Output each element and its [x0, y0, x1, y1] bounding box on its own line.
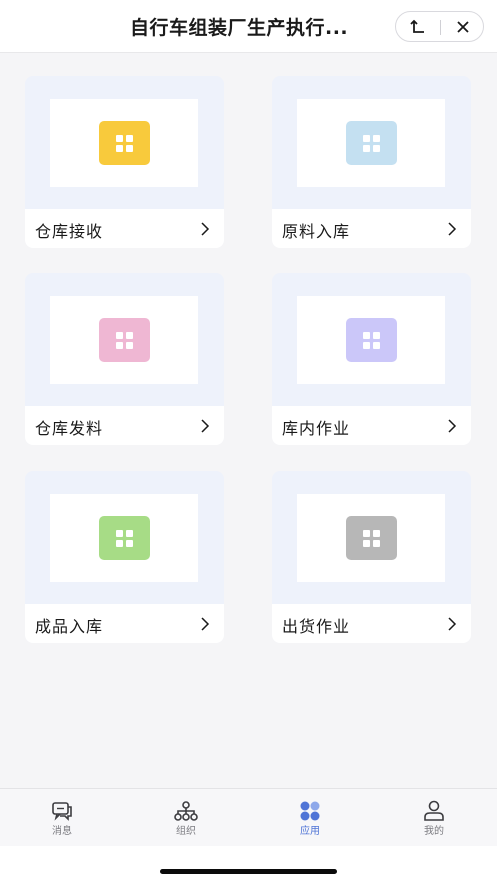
app-tile: [346, 318, 397, 362]
card-footer: 仓库发料: [25, 406, 224, 445]
profile-icon: [424, 800, 444, 821]
grid-app-icon: [116, 529, 133, 547]
close-button[interactable]: [441, 12, 485, 41]
home-indicator[interactable]: [160, 869, 337, 874]
chevron-right-icon: [448, 419, 457, 433]
app-card-in-warehouse-ops[interactable]: 库内作业: [272, 273, 471, 445]
app-tile: [99, 121, 150, 165]
card-footer: 成品入库: [25, 604, 224, 643]
chevron-right-icon: [448, 222, 457, 236]
tab-organization[interactable]: 组织: [124, 789, 248, 847]
return-arrow-icon: [410, 19, 424, 33]
app-card-warehouse-issue[interactable]: 仓库发料: [25, 273, 224, 445]
grid-app-icon: [363, 134, 380, 152]
card-label: 成品入库: [35, 617, 104, 636]
card-thumbnail: [50, 494, 198, 582]
tab-profile[interactable]: 我的: [372, 789, 496, 847]
tab-apps[interactable]: 应用: [248, 789, 372, 847]
card-thumbnail: [297, 494, 445, 582]
chevron-right-icon: [448, 617, 457, 631]
app-card-material-inbound[interactable]: 原料入库: [272, 76, 471, 248]
app-card-finished-goods-inbound[interactable]: 成品入库: [25, 471, 224, 643]
app-page: 自行车组装厂生产执行... 仓库接收 原料入库 仓库发料 库内作业 成品入库 出…: [0, 0, 497, 883]
card-footer: 仓库接收: [25, 209, 224, 248]
card-label: 原料入库: [282, 222, 351, 241]
app-tile: [346, 121, 397, 165]
grid-app-icon: [116, 331, 133, 349]
tab-label: 应用: [300, 826, 320, 837]
tab-messages[interactable]: 消息: [0, 789, 124, 847]
card-footer: 出货作业: [272, 604, 471, 643]
card-footer: 原料入库: [272, 209, 471, 248]
close-icon: [457, 20, 469, 33]
grid-app-icon: [363, 529, 380, 547]
safe-area: [0, 846, 497, 883]
chevron-right-icon: [201, 419, 210, 433]
tab-label: 我的: [424, 826, 444, 837]
app-card-shipping-ops[interactable]: 出货作业: [272, 471, 471, 643]
card-thumbnail: [297, 296, 445, 384]
app-tile: [346, 516, 397, 560]
card-thumbnail: [50, 99, 198, 187]
tab-label: 组织: [176, 826, 196, 837]
card-thumbnail: [50, 296, 198, 384]
chevron-right-icon: [201, 617, 210, 631]
chevron-right-icon: [201, 222, 210, 236]
top-bar: 自行车组装厂生产执行...: [0, 0, 497, 53]
return-button[interactable]: [396, 12, 440, 41]
app-tile: [99, 318, 150, 362]
card-label: 出货作业: [282, 617, 351, 636]
app-card-warehouse-receive[interactable]: 仓库接收: [25, 76, 224, 248]
card-label: 仓库接收: [35, 222, 104, 241]
tab-label: 消息: [52, 826, 72, 837]
card-label: 仓库发料: [35, 419, 104, 438]
card-footer: 库内作业: [272, 406, 471, 445]
bottom-tab-bar: 消息 组织 应用 我的: [0, 788, 497, 846]
card-label: 库内作业: [282, 419, 351, 438]
grid-app-icon: [116, 134, 133, 152]
app-tile: [99, 516, 150, 560]
card-thumbnail: [297, 99, 445, 187]
organization-icon: [174, 801, 198, 821]
capsule-menu: [395, 11, 484, 42]
message-icon: [52, 802, 72, 821]
page-title: 自行车组装厂生产执行...: [130, 17, 349, 39]
grid-app-icon: [363, 331, 380, 349]
apps-icon: [300, 801, 320, 821]
